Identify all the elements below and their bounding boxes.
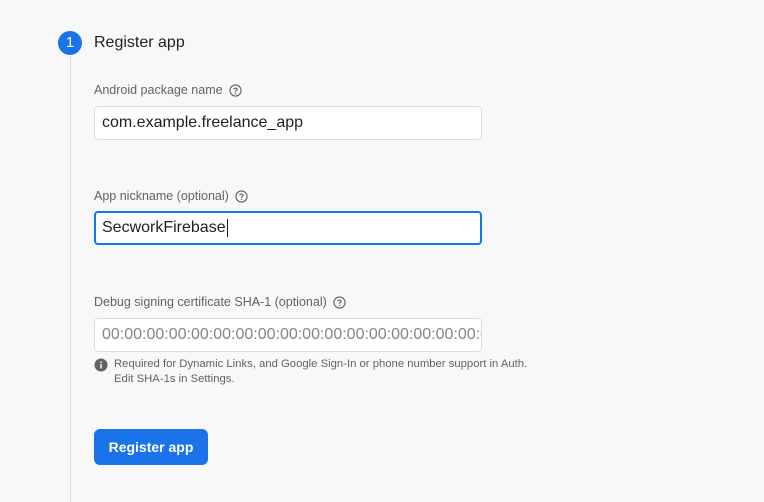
step-connector-line xyxy=(70,56,71,502)
info-icon xyxy=(94,358,108,372)
register-app-button[interactable]: Register app xyxy=(94,429,208,465)
package-name-input[interactable]: com.example.freelance_app xyxy=(94,106,482,140)
nickname-label: App nickname (optional) xyxy=(94,189,229,203)
help-circle-icon[interactable] xyxy=(228,83,242,97)
sha1-hint-line-2: Edit SHA-1s in Settings. xyxy=(114,373,235,385)
sha1-label-row: Debug signing certificate SHA-1 (optiona… xyxy=(94,294,346,310)
nickname-input[interactable]: SecworkFirebase xyxy=(94,211,482,245)
sha1-hint-text: Required for Dynamic Links, and Google S… xyxy=(114,357,527,387)
step-number-badge: 1 xyxy=(58,31,82,55)
step-title: Register app xyxy=(94,34,185,51)
sha1-input[interactable]: 00:00:00:00:00:00:00:00:00:00:00:00:00:0… xyxy=(94,318,482,352)
sha1-label: Debug signing certificate SHA-1 (optiona… xyxy=(94,295,327,309)
nickname-input-value: SecworkFirebase xyxy=(102,219,226,236)
package-name-label: Android package name xyxy=(94,83,223,97)
sha1-hint-line-1: Required for Dynamic Links, and Google S… xyxy=(114,358,528,370)
nickname-label-row: App nickname (optional) xyxy=(94,188,248,204)
help-circle-icon[interactable] xyxy=(235,189,248,203)
package-name-label-row: Android package name xyxy=(94,82,242,98)
help-circle-icon[interactable] xyxy=(333,295,346,309)
text-caret xyxy=(226,218,228,237)
sha1-hint: Required for Dynamic Links, and Google S… xyxy=(94,357,564,387)
